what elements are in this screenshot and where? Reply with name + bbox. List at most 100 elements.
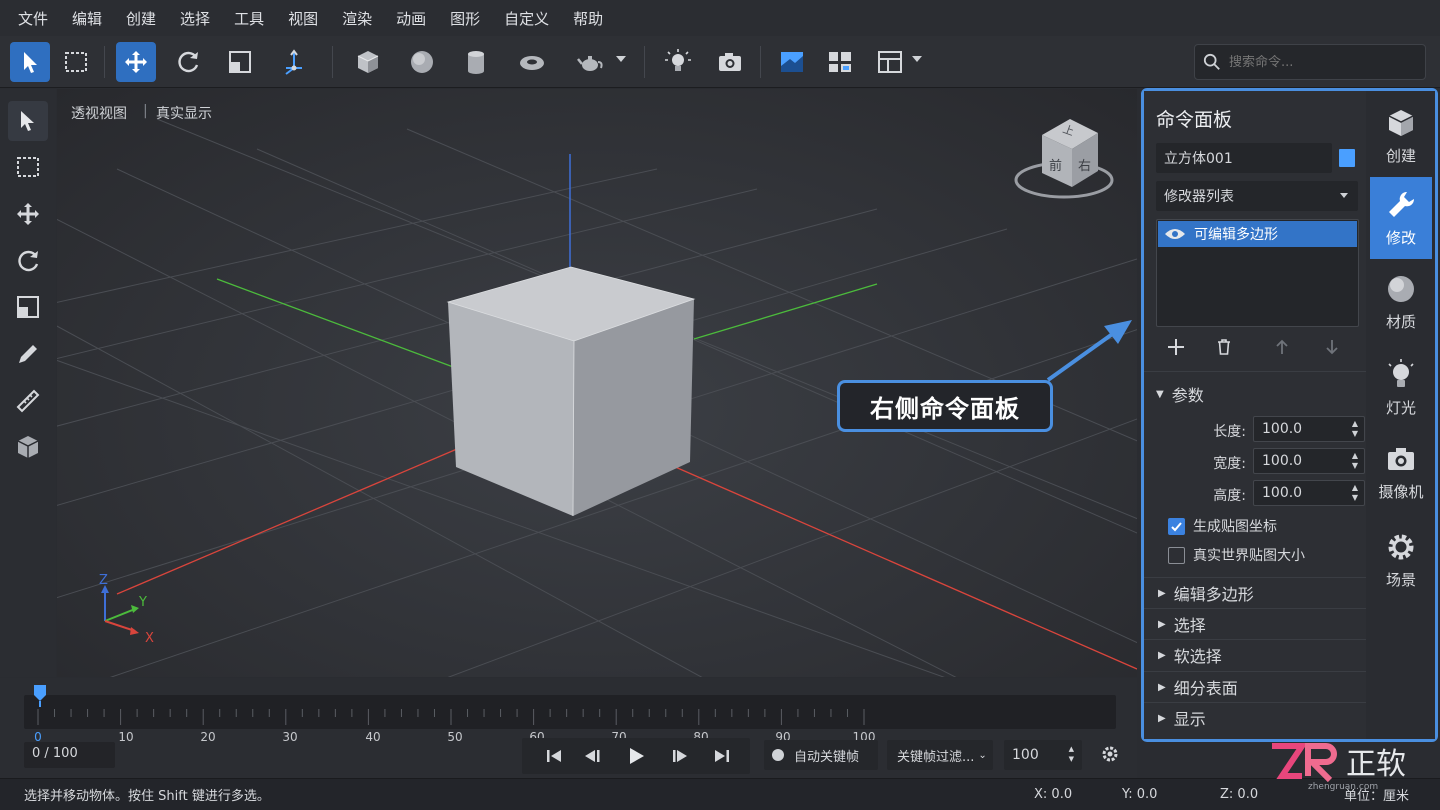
width-input[interactable]: 100.0 ▲ ▼ [1253, 448, 1365, 474]
menu-select[interactable]: 选择 [168, 8, 222, 29]
add-modifier-button[interactable] [1164, 335, 1188, 359]
key-filter-dropdown[interactable]: 关键帧过滤... ⌄ [887, 740, 993, 770]
left-scale-tool[interactable] [8, 287, 48, 327]
pivot-tool-button[interactable] [274, 42, 314, 82]
left-measure-tool[interactable] [8, 381, 48, 421]
spinner-icon[interactable]: ▲ ▼ [1069, 744, 1074, 764]
cube-object[interactable] [446, 266, 696, 517]
next-frame-button[interactable] [660, 740, 700, 772]
prev-frame-button[interactable] [572, 740, 612, 772]
eye-icon[interactable] [1164, 227, 1186, 241]
length-spinner-icon[interactable]: ▲ ▼ [1352, 419, 1358, 439]
rollout-selection[interactable]: ▶ 选择 [1144, 608, 1366, 639]
timeline-settings-button[interactable] [1100, 744, 1120, 768]
layout-grid-button[interactable] [820, 42, 860, 82]
tab-create[interactable]: 创建 [1370, 95, 1432, 177]
view-cube-front[interactable]: 前 [1049, 155, 1062, 174]
tab-scene[interactable]: 场景 [1370, 519, 1432, 601]
pointer-icon [24, 52, 37, 73]
height-input[interactable]: 100.0 ▲ ▼ [1253, 480, 1365, 506]
tab-light[interactable]: 灯光 [1370, 347, 1432, 429]
play-button[interactable] [616, 740, 656, 772]
left-paint-tool[interactable] [8, 334, 48, 374]
skip-start-icon [547, 750, 561, 762]
goto-start-button[interactable] [534, 740, 574, 772]
left-marquee-tool[interactable] [8, 147, 48, 187]
menu-create[interactable]: 创建 [114, 8, 168, 29]
menu-view[interactable]: 视图 [276, 8, 330, 29]
tab-camera[interactable]: 摄像机 [1370, 431, 1432, 513]
tab-material[interactable]: 材质 [1370, 261, 1432, 343]
left-object-tool[interactable] [8, 427, 48, 467]
goto-end-button[interactable] [702, 740, 742, 772]
menu-render[interactable]: 渲染 [330, 8, 384, 29]
left-rotate-tool[interactable] [8, 241, 48, 281]
move-icon [125, 51, 147, 73]
scale-tool-button[interactable] [220, 42, 260, 82]
search-input[interactable] [1229, 54, 1409, 70]
left-select-tool[interactable] [8, 101, 48, 141]
render-frame-button[interactable] [772, 42, 812, 82]
end-frame-field[interactable]: 100 ▲ ▼ [1004, 740, 1082, 770]
create-cylinder-button[interactable] [456, 42, 496, 82]
menu-customize[interactable]: 自定义 [492, 8, 561, 29]
object-name-field[interactable]: 立方体001 [1156, 143, 1332, 173]
teapot-dropdown-icon[interactable] [616, 56, 626, 62]
rollout-edit-poly[interactable]: ▶ 编辑多边形 [1144, 577, 1366, 608]
left-tool-column [0, 89, 56, 677]
view-cube-right[interactable]: 右 [1078, 155, 1091, 174]
left-move-tool[interactable] [8, 194, 48, 234]
create-light-button[interactable] [658, 42, 698, 82]
create-box-button[interactable] [348, 42, 388, 82]
viewport-layout-button[interactable] [870, 42, 910, 82]
height-spinner-icon[interactable]: ▲ ▼ [1352, 483, 1358, 503]
tab-scene-label: 场景 [1385, 570, 1416, 589]
move-tool-button[interactable] [116, 42, 156, 82]
cube-outline-icon [17, 436, 39, 458]
tab-modify[interactable]: 修改 [1370, 177, 1432, 259]
menu-graph[interactable]: 图形 [438, 8, 492, 29]
width-spinner-icon[interactable]: ▲ ▼ [1352, 451, 1358, 471]
modifier-list-dropdown[interactable]: 修改器列表 [1156, 181, 1358, 211]
view-cube[interactable]: 上 前 右 [1012, 115, 1116, 207]
current-frame-field[interactable]: 0 / 100 [24, 742, 115, 768]
menu-help[interactable]: 帮助 [561, 8, 615, 29]
create-camera-button[interactable] [710, 42, 750, 82]
delete-modifier-button[interactable] [1212, 335, 1236, 359]
command-panel-tabs: 创建 修改 材质 灯光 摄像机 场景 [1366, 91, 1435, 739]
chevron-right-icon: ▶ [1158, 587, 1166, 599]
tab-modify-label: 修改 [1385, 228, 1416, 247]
menu-file[interactable]: 文件 [6, 8, 60, 29]
command-search[interactable] [1194, 44, 1426, 80]
length-input[interactable]: 100.0 ▲ ▼ [1253, 416, 1365, 442]
rotate-tool-button[interactable] [168, 42, 208, 82]
layout-dropdown-icon[interactable] [912, 56, 922, 62]
menu-bar: 文件 编辑 创建 选择 工具 视图 渲染 动画 图形 自定义 帮助 [0, 0, 1440, 36]
rotate-icon [18, 250, 39, 272]
timeline-playhead[interactable] [33, 685, 46, 707]
real-world-checkbox[interactable]: 真实世界贴图大小 [1168, 544, 1368, 566]
move-up-button[interactable] [1270, 335, 1294, 359]
auto-key-toggle[interactable]: 自动关键帧 [764, 740, 878, 770]
camera-icon [719, 53, 741, 71]
menu-edit[interactable]: 编辑 [60, 8, 114, 29]
rollout-soft-selection[interactable]: ▶ 软选择 [1144, 639, 1366, 670]
timeline-track[interactable]: 0 10 20 30 40 50 60 70 80 90 100 [24, 685, 1116, 744]
move-down-button[interactable] [1320, 335, 1344, 359]
create-teapot-button[interactable] [570, 42, 610, 82]
tab-create-label: 创建 [1385, 146, 1416, 165]
rollout-display[interactable]: ▶ 显示 [1144, 702, 1366, 733]
select-tool-button[interactable] [10, 42, 50, 82]
width-value: 100.0 [1262, 453, 1303, 469]
create-torus-button[interactable] [512, 42, 552, 82]
gen-uv-checkbox[interactable]: 生成贴图坐标 [1168, 515, 1368, 537]
region-select-button[interactable] [56, 42, 96, 82]
menu-animation[interactable]: 动画 [384, 8, 438, 29]
menu-tools[interactable]: 工具 [222, 8, 276, 29]
create-sphere-button[interactable] [402, 42, 442, 82]
stack-item-editable-poly[interactable]: 可编辑多边形 [1158, 221, 1357, 247]
height-row: 高度: 100.0 ▲ ▼ [1156, 480, 1366, 508]
rollout-subdivision[interactable]: ▶ 细分表面 [1144, 671, 1366, 702]
object-color-swatch[interactable] [1339, 149, 1355, 167]
parameters-header[interactable]: ▼ 参数 [1156, 382, 1204, 406]
